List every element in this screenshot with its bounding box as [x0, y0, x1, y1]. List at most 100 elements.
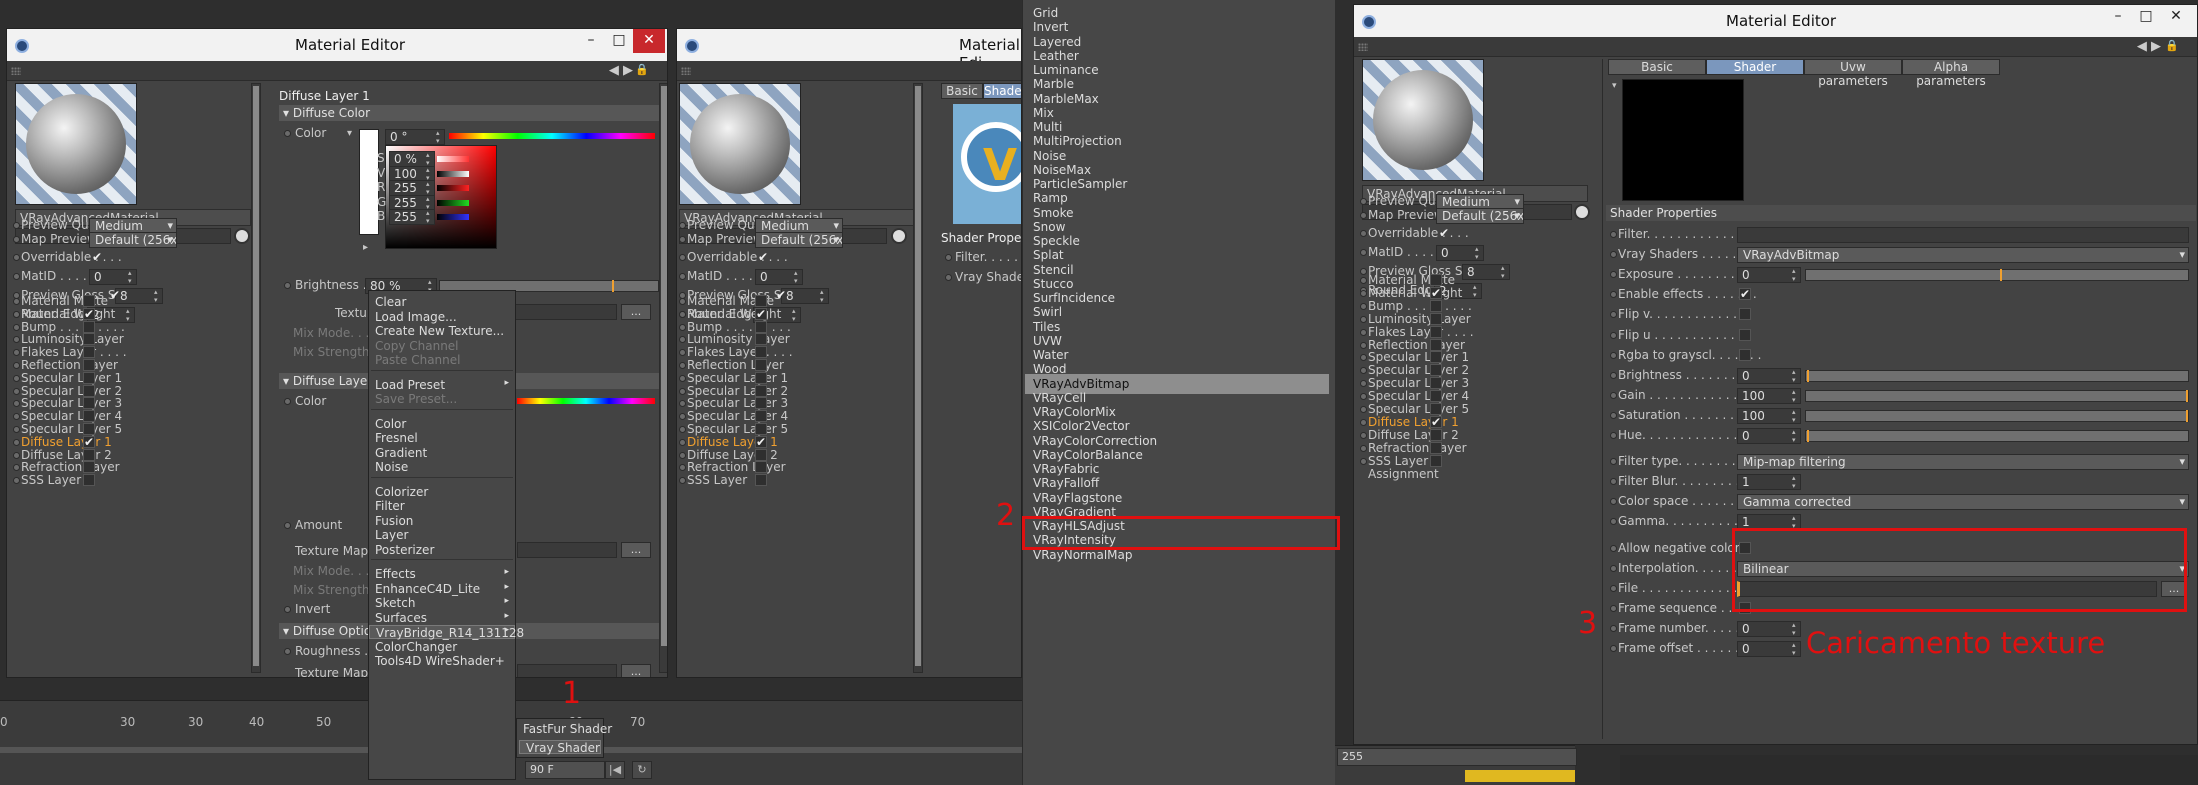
prop-slider[interactable]	[1805, 430, 2189, 442]
filter-field[interactable]	[1737, 227, 2189, 243]
anim-dot[interactable]	[284, 282, 291, 289]
gloss-check[interactable]: ✔	[109, 289, 121, 302]
gloss-subdivs-field[interactable]: 8	[1462, 264, 1510, 280]
menu-item[interactable]: Filter	[369, 499, 515, 513]
anim-dot[interactable]	[1360, 249, 1367, 256]
anim-dot[interactable]	[1610, 458, 1617, 466]
overridable-checkbox[interactable]: ✔	[1438, 227, 1450, 240]
anim-dot[interactable]	[13, 438, 20, 446]
prop-number-field[interactable]: 1	[1737, 474, 1801, 491]
anim-dot[interactable]	[13, 477, 20, 485]
anim-dot[interactable]	[13, 413, 20, 421]
map-preview-size-dropdown[interactable]: Default (256x256)	[89, 232, 177, 248]
shader-item[interactable]: SurfIncidence	[1033, 291, 1115, 305]
menu-item[interactable]: Surfaces	[369, 611, 515, 625]
prop-slider[interactable]	[1805, 369, 2189, 382]
anim-dot[interactable]	[1610, 331, 1617, 339]
menu-item[interactable]: Gradient	[369, 446, 515, 460]
anim-dot[interactable]	[1610, 518, 1617, 526]
material-preview[interactable]	[15, 83, 137, 205]
layer-checkbox[interactable]	[755, 371, 767, 384]
shader-item[interactable]: Speckle	[1033, 234, 1080, 248]
shader-item[interactable]: MultiProjection	[1033, 134, 1122, 148]
anim-dot[interactable]	[945, 274, 952, 281]
anim-dot[interactable]	[1610, 411, 1617, 419]
anim-dot[interactable]	[13, 400, 20, 408]
anim-dot[interactable]	[1360, 393, 1367, 401]
layer-checkbox[interactable]	[83, 397, 95, 410]
menu-item[interactable]: Load Preset	[369, 378, 515, 392]
anim-dot[interactable]	[13, 298, 20, 305]
anim-dot[interactable]	[679, 400, 686, 408]
shader-item[interactable]: Water	[1033, 348, 1068, 362]
anim-dot[interactable]	[679, 310, 686, 318]
layer-checkbox[interactable]: ✔	[1430, 415, 1442, 428]
menu-item[interactable]: Posterizer	[369, 543, 515, 557]
prop-number-field[interactable]: 100	[1737, 387, 1801, 404]
anim-dot[interactable]	[1360, 444, 1367, 452]
menu-item[interactable]: Colorizer	[369, 485, 515, 499]
anim-dot[interactable]	[284, 522, 291, 529]
shader-item[interactable]: Swirl	[1033, 305, 1062, 319]
layer-checkbox[interactable]	[1430, 299, 1442, 312]
anim-dot[interactable]	[13, 362, 20, 369]
anim-dot[interactable]	[1610, 391, 1617, 399]
menu-item[interactable]: EnhanceC4D_Lite	[369, 582, 515, 596]
prop-number-field[interactable]: 0	[1737, 428, 1801, 444]
expand-arrow-icon[interactable]: ▸	[363, 242, 368, 253]
layer-checkbox[interactable]	[1430, 454, 1442, 467]
layer-checkbox[interactable]	[1430, 351, 1442, 364]
anim-dot[interactable]	[1360, 418, 1367, 426]
layer-checkbox[interactable]	[755, 384, 767, 397]
anim-dot[interactable]	[13, 426, 20, 433]
layer-checkbox[interactable]	[755, 423, 767, 435]
hue-bar-2[interactable]	[517, 398, 655, 404]
anim-dot[interactable]	[1610, 604, 1617, 612]
anim-dot[interactable]	[679, 451, 686, 459]
anim-dot[interactable]	[679, 298, 686, 305]
layer-checkbox[interactable]	[1430, 364, 1442, 377]
anim-dot[interactable]	[679, 236, 686, 243]
color-swatch[interactable]	[359, 129, 379, 235]
prop-checkbox[interactable]: ✔	[1739, 288, 1751, 301]
anim-dot[interactable]	[679, 374, 686, 382]
channel-slider[interactable]	[437, 156, 469, 162]
anim-dot[interactable]	[13, 451, 20, 459]
anim-dot[interactable]	[679, 349, 686, 357]
anim-dot[interactable]	[1360, 328, 1367, 336]
left-scrollbar[interactable]	[251, 83, 261, 673]
layer-checkbox[interactable]	[1430, 428, 1442, 441]
layer-checkbox[interactable]	[1430, 441, 1442, 454]
shader-item[interactable]: XSIColor2Vector	[1033, 419, 1130, 433]
layer-checkbox[interactable]: ✔	[755, 435, 767, 448]
menu-item[interactable]: VrayBridge_R14_131128	[369, 625, 524, 640]
layer-checkbox[interactable]: ✔	[83, 435, 95, 448]
layer-checkbox[interactable]	[755, 320, 767, 333]
anim-dot[interactable]	[679, 477, 686, 485]
anim-dot[interactable]	[1360, 289, 1367, 297]
layer-checkbox[interactable]: ✔	[83, 307, 95, 320]
anim-dot[interactable]	[679, 438, 686, 446]
map-preview-size-dropdown[interactable]: Default (256x256)	[1436, 208, 1524, 224]
shader-item[interactable]: Stencil	[1033, 263, 1074, 277]
layer-checkbox[interactable]	[83, 346, 95, 359]
nav-arrows-icon[interactable]: ◀ ▶	[609, 63, 633, 78]
anim-dot[interactable]	[679, 464, 686, 472]
layer-checkbox[interactable]	[83, 410, 95, 423]
menu-item[interactable]: Color	[369, 417, 515, 431]
prop-dropdown[interactable]: Mip-map filtering	[1737, 454, 2189, 471]
anim-dot[interactable]	[13, 236, 20, 243]
anim-dot[interactable]	[13, 349, 20, 357]
menu-item[interactable]: Fusion	[369, 514, 515, 528]
anim-dot[interactable]	[1610, 271, 1617, 279]
texture-browse-button-3[interactable]: ...	[621, 664, 651, 677]
close-button[interactable]: ✕	[2160, 5, 2192, 29]
layer-checkbox[interactable]	[1430, 403, 1442, 415]
anim-dot[interactable]	[679, 273, 686, 280]
layer-checkbox[interactable]	[755, 295, 767, 307]
texture-browse-button-2[interactable]: ...	[621, 542, 651, 558]
matid-field[interactable]: 0	[89, 269, 137, 285]
menu-item[interactable]: Load Image...	[369, 310, 515, 324]
layer-checkbox[interactable]	[83, 333, 95, 346]
menu-item[interactable]: Sketch	[369, 596, 515, 610]
